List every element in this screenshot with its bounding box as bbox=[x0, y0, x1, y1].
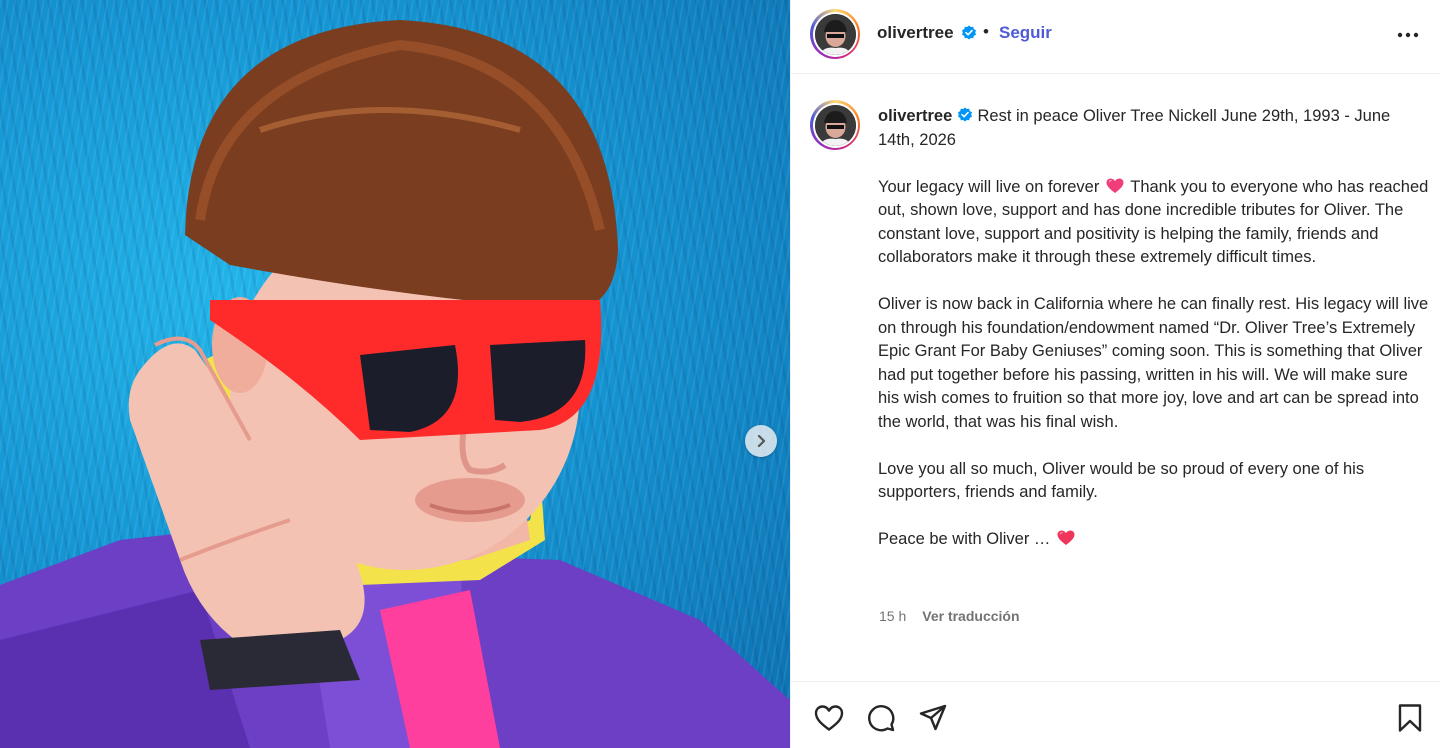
share-icon bbox=[919, 704, 947, 731]
heart-icon bbox=[814, 705, 844, 731]
username-link[interactable]: olivertree bbox=[877, 23, 954, 43]
profile-picture bbox=[814, 13, 856, 55]
like-button[interactable] bbox=[813, 702, 845, 734]
caption-avatar[interactable] bbox=[810, 100, 860, 150]
post-media bbox=[0, 0, 790, 748]
action-bar bbox=[791, 681, 1440, 748]
verified-badge-icon bbox=[962, 25, 976, 40]
avatar[interactable] bbox=[810, 9, 860, 59]
profile-picture bbox=[814, 104, 856, 146]
more-options-icon[interactable] bbox=[1395, 24, 1421, 46]
post-meta: 15 h Ver traducción bbox=[879, 608, 1020, 624]
paragraph-3: Love you all so much, Oliver would be so… bbox=[878, 459, 1365, 502]
share-button[interactable] bbox=[917, 702, 949, 734]
caption-section: olivertree Rest in peace Oliver Tree Nic… bbox=[791, 75, 1440, 680]
paragraph-2: Oliver is now back in California where h… bbox=[878, 295, 1429, 431]
verified-badge-icon bbox=[957, 107, 972, 122]
comment-button[interactable] bbox=[865, 702, 897, 734]
next-slide-button[interactable] bbox=[745, 425, 777, 457]
bookmark-icon bbox=[1398, 704, 1422, 732]
caption-username-link[interactable]: olivertree bbox=[878, 107, 952, 125]
separator-dot: • bbox=[983, 22, 989, 41]
paragraph-1a: Your legacy will live on forever bbox=[878, 177, 1100, 196]
post-header: olivertree • Seguir bbox=[791, 0, 1440, 74]
save-button[interactable] bbox=[1394, 702, 1426, 734]
red-heart-emoji-icon bbox=[1057, 530, 1075, 545]
chevron-right-icon bbox=[757, 434, 766, 448]
post-side-panel: olivertree • Seguir olivertree Rest in p… bbox=[791, 0, 1440, 748]
paragraph-4: Peace be with Oliver … bbox=[878, 530, 1051, 548]
comment-icon bbox=[868, 705, 895, 732]
pink-heart-emoji-icon bbox=[1106, 178, 1124, 193]
see-translation-link[interactable]: Ver traducción bbox=[922, 608, 1019, 624]
timestamp[interactable]: 15 h bbox=[879, 608, 906, 624]
caption-intro: Rest in peace Oliver Tree Nickell June 2… bbox=[878, 107, 1391, 149]
caption-text: olivertree Rest in peace Oliver Tree Nic… bbox=[878, 105, 1430, 575]
follow-button[interactable]: Seguir bbox=[999, 23, 1052, 43]
post-photo bbox=[0, 20, 790, 748]
